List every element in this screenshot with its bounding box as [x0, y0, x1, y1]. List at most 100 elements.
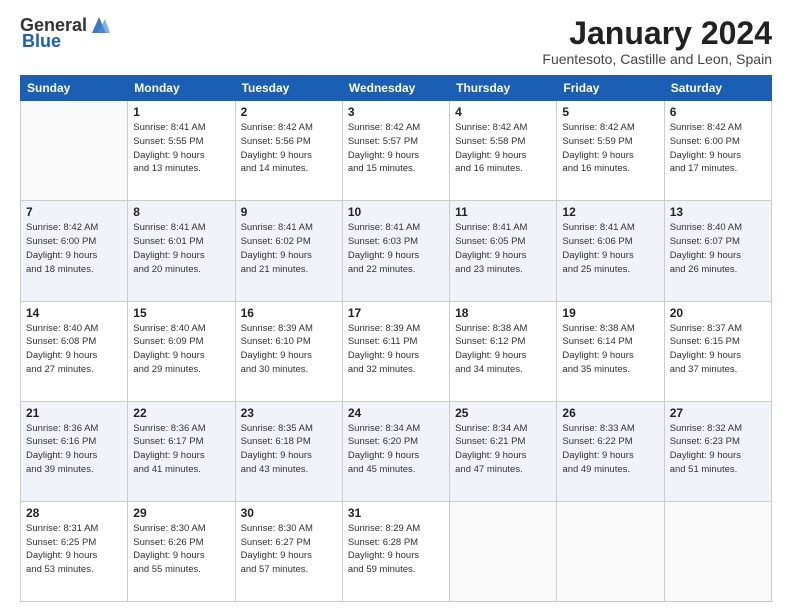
weekday-header-monday: Monday [128, 76, 235, 101]
calendar-cell: 11 Sunrise: 8:41 AMSunset: 6:05 PMDayligh… [450, 201, 557, 301]
calendar-cell: 29 Sunrise: 8:30 AMSunset: 6:26 PMDayligh… [128, 501, 235, 601]
calendar-cell: 20 Sunrise: 8:37 AMSunset: 6:15 PMDayligh… [664, 301, 771, 401]
day-number: 22 [133, 406, 229, 420]
calendar-cell [450, 501, 557, 601]
calendar-cell: 10Sunrise: 8:41 AMSunset: 6:03 PMDayligh… [342, 201, 449, 301]
title-block: January 2024 Fuentesoto, Castille and Le… [542, 16, 772, 67]
calendar-cell [664, 501, 771, 601]
day-number: 12 [562, 205, 658, 219]
cell-content: Sunrise: 8:31 AMSunset: 6:25 PMDaylight:… [26, 522, 122, 577]
calendar-cell [21, 101, 128, 201]
day-number: 26 [562, 406, 658, 420]
calendar-week-row: 28 Sunrise: 8:31 AMSunset: 6:25 PMDayligh… [21, 501, 772, 601]
day-number: 27 [670, 406, 766, 420]
calendar-cell: 5Sunrise: 8:42 AMSunset: 5:59 PMDaylight… [557, 101, 664, 201]
day-number: 28 [26, 506, 122, 520]
logo-blue-text: Blue [22, 32, 61, 52]
cell-content: Sunrise: 8:40 AMSunset: 6:08 PMDaylight:… [26, 322, 122, 377]
calendar-cell: 23 Sunrise: 8:35 AMSunset: 6:18 PMDayligh… [235, 401, 342, 501]
calendar-cell: 15 Sunrise: 8:40 AMSunset: 6:09 PMDayligh… [128, 301, 235, 401]
day-number: 15 [133, 306, 229, 320]
calendar-cell: 24 Sunrise: 8:34 AMSunset: 6:20 PMDayligh… [342, 401, 449, 501]
cell-content: Sunrise: 8:29 AMSunset: 6:28 PMDaylight:… [348, 522, 444, 577]
cell-content: Sunrise: 8:34 AMSunset: 6:21 PMDaylight:… [455, 422, 551, 477]
logo-icon [88, 15, 110, 35]
day-number: 23 [241, 406, 337, 420]
day-number: 4 [455, 105, 551, 119]
cell-content: Sunrise: 8:42 AMSunset: 5:58 PMDaylight:… [455, 121, 551, 176]
month-title: January 2024 [542, 16, 772, 51]
day-number: 21 [26, 406, 122, 420]
calendar-cell: 19 Sunrise: 8:38 AMSunset: 6:14 PMDayligh… [557, 301, 664, 401]
calendar-cell: 27 Sunrise: 8:32 AMSunset: 6:23 PMDayligh… [664, 401, 771, 501]
cell-content: Sunrise: 8:35 AMSunset: 6:18 PMDaylight:… [241, 422, 337, 477]
cell-content: Sunrise: 8:36 AMSunset: 6:17 PMDaylight:… [133, 422, 229, 477]
day-number: 3 [348, 105, 444, 119]
calendar-week-row: 1 Sunrise: 8:41 AMSunset: 5:55 PMDaylight… [21, 101, 772, 201]
calendar-cell: 3 Sunrise: 8:42 AMSunset: 5:57 PMDaylight… [342, 101, 449, 201]
day-number: 6 [670, 105, 766, 119]
weekday-header-thursday: Thursday [450, 76, 557, 101]
day-number: 16 [241, 306, 337, 320]
calendar-cell [557, 501, 664, 601]
day-number: 24 [348, 406, 444, 420]
calendar-cell: 13 Sunrise: 8:40 AMSunset: 6:07 PMDayligh… [664, 201, 771, 301]
weekday-header-sunday: Sunday [21, 76, 128, 101]
calendar-cell: 12 Sunrise: 8:41 AMSunset: 6:06 PMDayligh… [557, 201, 664, 301]
calendar-cell: 25 Sunrise: 8:34 AMSunset: 6:21 PMDayligh… [450, 401, 557, 501]
day-number: 11 [455, 205, 551, 219]
cell-content: Sunrise: 8:41 AMSunset: 5:55 PMDaylight:… [133, 121, 229, 176]
cell-content: Sunrise: 8:32 AMSunset: 6:23 PMDaylight:… [670, 422, 766, 477]
day-number: 5 [562, 105, 658, 119]
calendar-cell: 21Sunrise: 8:36 AMSunset: 6:16 PMDayligh… [21, 401, 128, 501]
day-number: 31 [348, 506, 444, 520]
calendar-cell: 2 Sunrise: 8:42 AMSunset: 5:56 PMDaylight… [235, 101, 342, 201]
cell-content: Sunrise: 8:30 AMSunset: 6:26 PMDaylight:… [133, 522, 229, 577]
calendar-cell: 18Sunrise: 8:38 AMSunset: 6:12 PMDayligh… [450, 301, 557, 401]
day-number: 7 [26, 205, 122, 219]
cell-content: Sunrise: 8:41 AMSunset: 6:05 PMDaylight:… [455, 221, 551, 276]
cell-content: Sunrise: 8:40 AMSunset: 6:09 PMDaylight:… [133, 322, 229, 377]
day-number: 1 [133, 105, 229, 119]
day-number: 25 [455, 406, 551, 420]
cell-content: Sunrise: 8:41 AMSunset: 6:06 PMDaylight:… [562, 221, 658, 276]
calendar-cell: 26 Sunrise: 8:33 AMSunset: 6:22 PMDayligh… [557, 401, 664, 501]
location: Fuentesoto, Castille and Leon, Spain [542, 51, 772, 67]
calendar-cell: 6Sunrise: 8:42 AMSunset: 6:00 PMDaylight… [664, 101, 771, 201]
weekday-header-row: SundayMondayTuesdayWednesdayThursdayFrid… [21, 76, 772, 101]
logo: General Blue [20, 16, 110, 52]
cell-content: Sunrise: 8:42 AMSunset: 6:00 PMDaylight:… [26, 221, 122, 276]
day-number: 19 [562, 306, 658, 320]
calendar-week-row: 14Sunrise: 8:40 AMSunset: 6:08 PMDayligh… [21, 301, 772, 401]
cell-content: Sunrise: 8:41 AMSunset: 6:01 PMDaylight:… [133, 221, 229, 276]
day-number: 17 [348, 306, 444, 320]
cell-content: Sunrise: 8:42 AMSunset: 5:56 PMDaylight:… [241, 121, 337, 176]
calendar-cell: 16Sunrise: 8:39 AMSunset: 6:10 PMDayligh… [235, 301, 342, 401]
cell-content: Sunrise: 8:38 AMSunset: 6:12 PMDaylight:… [455, 322, 551, 377]
calendar-week-row: 7 Sunrise: 8:42 AMSunset: 6:00 PMDaylight… [21, 201, 772, 301]
day-number: 29 [133, 506, 229, 520]
cell-content: Sunrise: 8:40 AMSunset: 6:07 PMDaylight:… [670, 221, 766, 276]
weekday-header-wednesday: Wednesday [342, 76, 449, 101]
calendar-cell: 8Sunrise: 8:41 AMSunset: 6:01 PMDaylight… [128, 201, 235, 301]
day-number: 13 [670, 205, 766, 219]
day-number: 9 [241, 205, 337, 219]
weekday-header-friday: Friday [557, 76, 664, 101]
cell-content: Sunrise: 8:37 AMSunset: 6:15 PMDaylight:… [670, 322, 766, 377]
cell-content: Sunrise: 8:34 AMSunset: 6:20 PMDaylight:… [348, 422, 444, 477]
cell-content: Sunrise: 8:42 AMSunset: 5:57 PMDaylight:… [348, 121, 444, 176]
cell-content: Sunrise: 8:33 AMSunset: 6:22 PMDaylight:… [562, 422, 658, 477]
day-number: 2 [241, 105, 337, 119]
calendar-cell: 1 Sunrise: 8:41 AMSunset: 5:55 PMDaylight… [128, 101, 235, 201]
calendar-week-row: 21Sunrise: 8:36 AMSunset: 6:16 PMDayligh… [21, 401, 772, 501]
page: General Blue January 2024 Fuentesoto, Ca… [0, 0, 792, 612]
calendar-cell: 7 Sunrise: 8:42 AMSunset: 6:00 PMDaylight… [21, 201, 128, 301]
cell-content: Sunrise: 8:38 AMSunset: 6:14 PMDaylight:… [562, 322, 658, 377]
day-number: 20 [670, 306, 766, 320]
calendar-cell: 14Sunrise: 8:40 AMSunset: 6:08 PMDayligh… [21, 301, 128, 401]
weekday-header-saturday: Saturday [664, 76, 771, 101]
calendar-cell: 9Sunrise: 8:41 AMSunset: 6:02 PMDaylight… [235, 201, 342, 301]
calendar-cell: 31 Sunrise: 8:29 AMSunset: 6:28 PMDayligh… [342, 501, 449, 601]
day-number: 10 [348, 205, 444, 219]
calendar-cell: 28 Sunrise: 8:31 AMSunset: 6:25 PMDayligh… [21, 501, 128, 601]
